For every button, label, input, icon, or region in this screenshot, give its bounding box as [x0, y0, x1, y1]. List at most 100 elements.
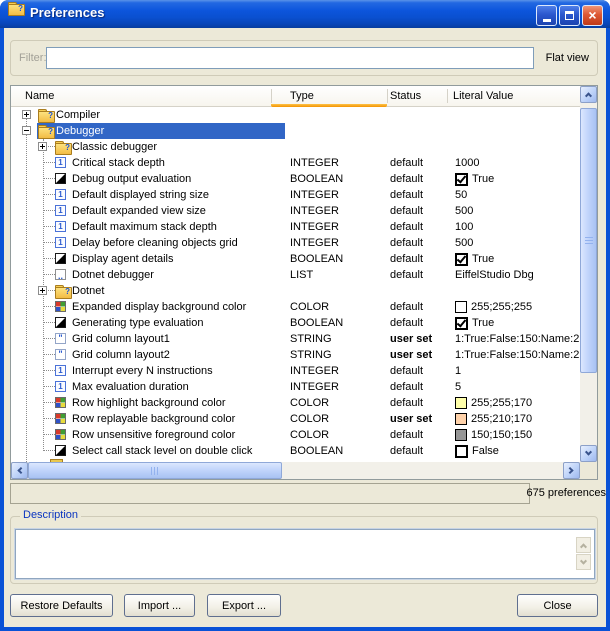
table-row[interactable]: Select call stack level on double clickB…: [11, 443, 580, 459]
preference-value[interactable]: 150;150;150: [455, 427, 580, 443]
table-row[interactable]: "Grid column layout1STRINGuser set1:True…: [11, 331, 580, 347]
horizontal-scrollbar-thumb[interactable]: [28, 462, 282, 479]
chevron-right-icon: [567, 467, 574, 474]
question-mark: ?: [48, 126, 53, 137]
checkbox-unchecked[interactable]: [455, 445, 468, 458]
value-text: 1:True:False:150:Name:2:: [455, 349, 580, 361]
description-textarea[interactable]: [15, 529, 595, 579]
preference-value[interactable]: 500: [455, 235, 580, 251]
flat-view-toggle[interactable]: Flat view: [546, 41, 589, 75]
preference-status: user set: [390, 411, 432, 427]
table-row[interactable]: 1Max evaluation durationINTEGERdefault5: [11, 379, 580, 395]
titlebar[interactable]: ? Preferences ×: [0, 0, 610, 28]
column-separator[interactable]: [387, 89, 388, 103]
preference-value[interactable]: 500: [455, 203, 580, 219]
table-row[interactable]: "Grid column layout2STRINGuser set1:True…: [11, 347, 580, 363]
restore-defaults-button[interactable]: Restore Defaults: [10, 594, 113, 617]
preference-value[interactable]: 1: [455, 363, 580, 379]
preference-status: default: [390, 395, 423, 411]
column-header-literal-value[interactable]: Literal Value: [453, 86, 513, 106]
color-icon: [55, 413, 66, 424]
horizontal-scrollbar[interactable]: [11, 462, 580, 479]
preference-value[interactable]: True: [455, 315, 580, 331]
checkbox-checked[interactable]: [455, 317, 468, 330]
preference-value[interactable]: 255;255;170: [455, 395, 580, 411]
preference-value[interactable]: 50: [455, 187, 580, 203]
table-row[interactable]: Row highlight background colorCOLORdefau…: [11, 395, 580, 411]
table-row[interactable]: 1Default expanded view sizeINTEGERdefaul…: [11, 203, 580, 219]
preference-value[interactable]: 5: [455, 379, 580, 395]
integer-icon: 1: [55, 189, 66, 200]
export-button[interactable]: Export ...: [207, 594, 281, 617]
checkbox-checked[interactable]: [455, 173, 468, 186]
value-text: 100: [455, 221, 473, 233]
preferences-window: ? Preferences × Filter: Flat view Name T…: [0, 0, 610, 631]
filter-input[interactable]: [46, 47, 534, 69]
table-row[interactable]: Generating type evaluationBOOLEANdefault…: [11, 315, 580, 331]
vertical-scrollbar-thumb[interactable]: [580, 108, 597, 373]
tree-expander[interactable]: [22, 110, 31, 119]
close-window-button[interactable]: ×: [582, 5, 603, 26]
status-field: [10, 483, 530, 504]
table-row[interactable]: 1Default displayed string sizeINTEGERdef…: [11, 187, 580, 203]
maximize-button[interactable]: [559, 5, 580, 26]
scroll-down-button[interactable]: [580, 445, 597, 462]
preference-value[interactable]: 255;255;255: [455, 299, 580, 315]
scroll-right-button[interactable]: [563, 462, 580, 479]
expander-line: [26, 112, 27, 117]
value-text: False: [472, 445, 499, 457]
table-row[interactable]: ..Dotnet debuggerLISTdefaultEiffelStudio…: [11, 267, 580, 283]
column-header-name[interactable]: Name: [25, 86, 54, 106]
tree-connector: [43, 386, 55, 387]
partial-row: [50, 459, 63, 462]
vertical-scrollbar[interactable]: [580, 86, 597, 462]
checkbox-checked[interactable]: [455, 253, 468, 266]
value-text: EiffelStudio Dbg: [455, 269, 534, 281]
column-separator[interactable]: [271, 89, 272, 103]
value-text: 1000: [455, 157, 479, 169]
preference-value[interactable]: 1:True:False:150:Name:2:: [455, 347, 580, 363]
thumb-grip: [585, 237, 593, 245]
description-scroll-up-button[interactable]: [576, 537, 591, 553]
preference-name: Delay before cleaning objects grid: [72, 235, 238, 251]
table-row[interactable]: 1Interrupt every N instructionsINTEGERde…: [11, 363, 580, 379]
table-row[interactable]: ?Dotnet: [11, 283, 580, 299]
table-row[interactable]: 1Critical stack depthINTEGERdefault1000: [11, 155, 580, 171]
minimize-button[interactable]: [536, 5, 557, 26]
preference-value[interactable]: 1:True:False:150:Name:2:: [455, 331, 580, 347]
tree-expander[interactable]: [38, 142, 47, 151]
tree-expander[interactable]: [38, 286, 47, 295]
table-row[interactable]: 1Delay before cleaning objects gridINTEG…: [11, 235, 580, 251]
table-row[interactable]: 1Default maximum stack depthINTEGERdefau…: [11, 219, 580, 235]
column-separator[interactable]: [447, 89, 448, 103]
question-mark: ?: [48, 110, 53, 121]
tree-expander[interactable]: [22, 126, 31, 135]
tree-connector: [43, 450, 55, 451]
scroll-left-button[interactable]: [11, 462, 28, 479]
table-row[interactable]: ?Debugger: [11, 123, 580, 139]
table-row[interactable]: Display agent detailsBOOLEANdefaultTrue: [11, 251, 580, 267]
close-button[interactable]: Close: [517, 594, 598, 617]
column-header-type[interactable]: Type: [290, 86, 314, 106]
table-row[interactable]: Expanded display background colorCOLORde…: [11, 299, 580, 315]
preference-value[interactable]: 1000: [455, 155, 580, 171]
preference-name: Debugger: [56, 123, 104, 139]
preference-value[interactable]: EiffelStudio Dbg: [455, 267, 580, 283]
preference-status: default: [390, 379, 423, 395]
preference-value[interactable]: True: [455, 251, 580, 267]
table-row[interactable]: Row unsensitive foreground colorCOLORdef…: [11, 427, 580, 443]
table-row[interactable]: ?Compiler: [11, 107, 580, 123]
table-row[interactable]: Row replayable background colorCOLORuser…: [11, 411, 580, 427]
description-scroll-down-button[interactable]: [576, 554, 591, 570]
scroll-up-button[interactable]: [580, 86, 597, 103]
column-header-status[interactable]: Status: [390, 86, 421, 106]
tree-connector: [43, 354, 55, 355]
preference-value[interactable]: True: [455, 171, 580, 187]
preference-name: Dotnet: [72, 283, 104, 299]
table-row[interactable]: ?Classic debugger: [11, 139, 580, 155]
import-button[interactable]: Import ...: [124, 594, 195, 617]
table-row[interactable]: Debug output evaluationBOOLEANdefaultTru…: [11, 171, 580, 187]
preference-value[interactable]: 255;210;170: [455, 411, 580, 427]
preference-value[interactable]: 100: [455, 219, 580, 235]
preference-value[interactable]: False: [455, 443, 580, 459]
